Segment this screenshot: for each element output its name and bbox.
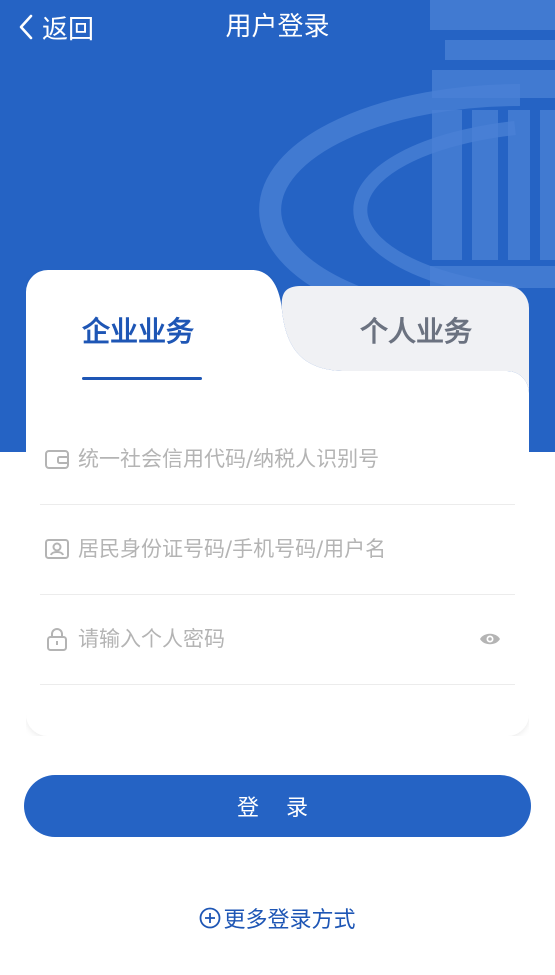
login-button[interactable]: 登 录 bbox=[24, 775, 531, 837]
active-tab-indicator bbox=[82, 377, 202, 380]
login-card: 企业业务 个人业务 bbox=[26, 270, 529, 736]
credit-code-input[interactable] bbox=[78, 447, 515, 471]
wallet-icon bbox=[45, 450, 69, 469]
lock-icon bbox=[47, 628, 67, 651]
id-card-icon bbox=[45, 539, 69, 559]
eye-icon[interactable] bbox=[479, 630, 501, 648]
credit-code-field bbox=[40, 414, 515, 505]
nav-bar: 返回 用户登录 bbox=[0, 0, 555, 56]
more-login-options[interactable]: 更多登录方式 bbox=[0, 902, 555, 935]
password-field bbox=[40, 594, 515, 685]
tab-personal[interactable]: 个人业务 bbox=[360, 310, 472, 350]
more-login-label: 更多登录方式 bbox=[223, 908, 356, 933]
plus-circle-icon bbox=[200, 907, 221, 929]
password-input[interactable] bbox=[78, 627, 479, 651]
tab-enterprise[interactable]: 企业业务 bbox=[82, 310, 194, 350]
page-title: 用户登录 bbox=[225, 12, 330, 42]
username-field bbox=[40, 504, 515, 595]
username-input[interactable] bbox=[78, 537, 515, 561]
